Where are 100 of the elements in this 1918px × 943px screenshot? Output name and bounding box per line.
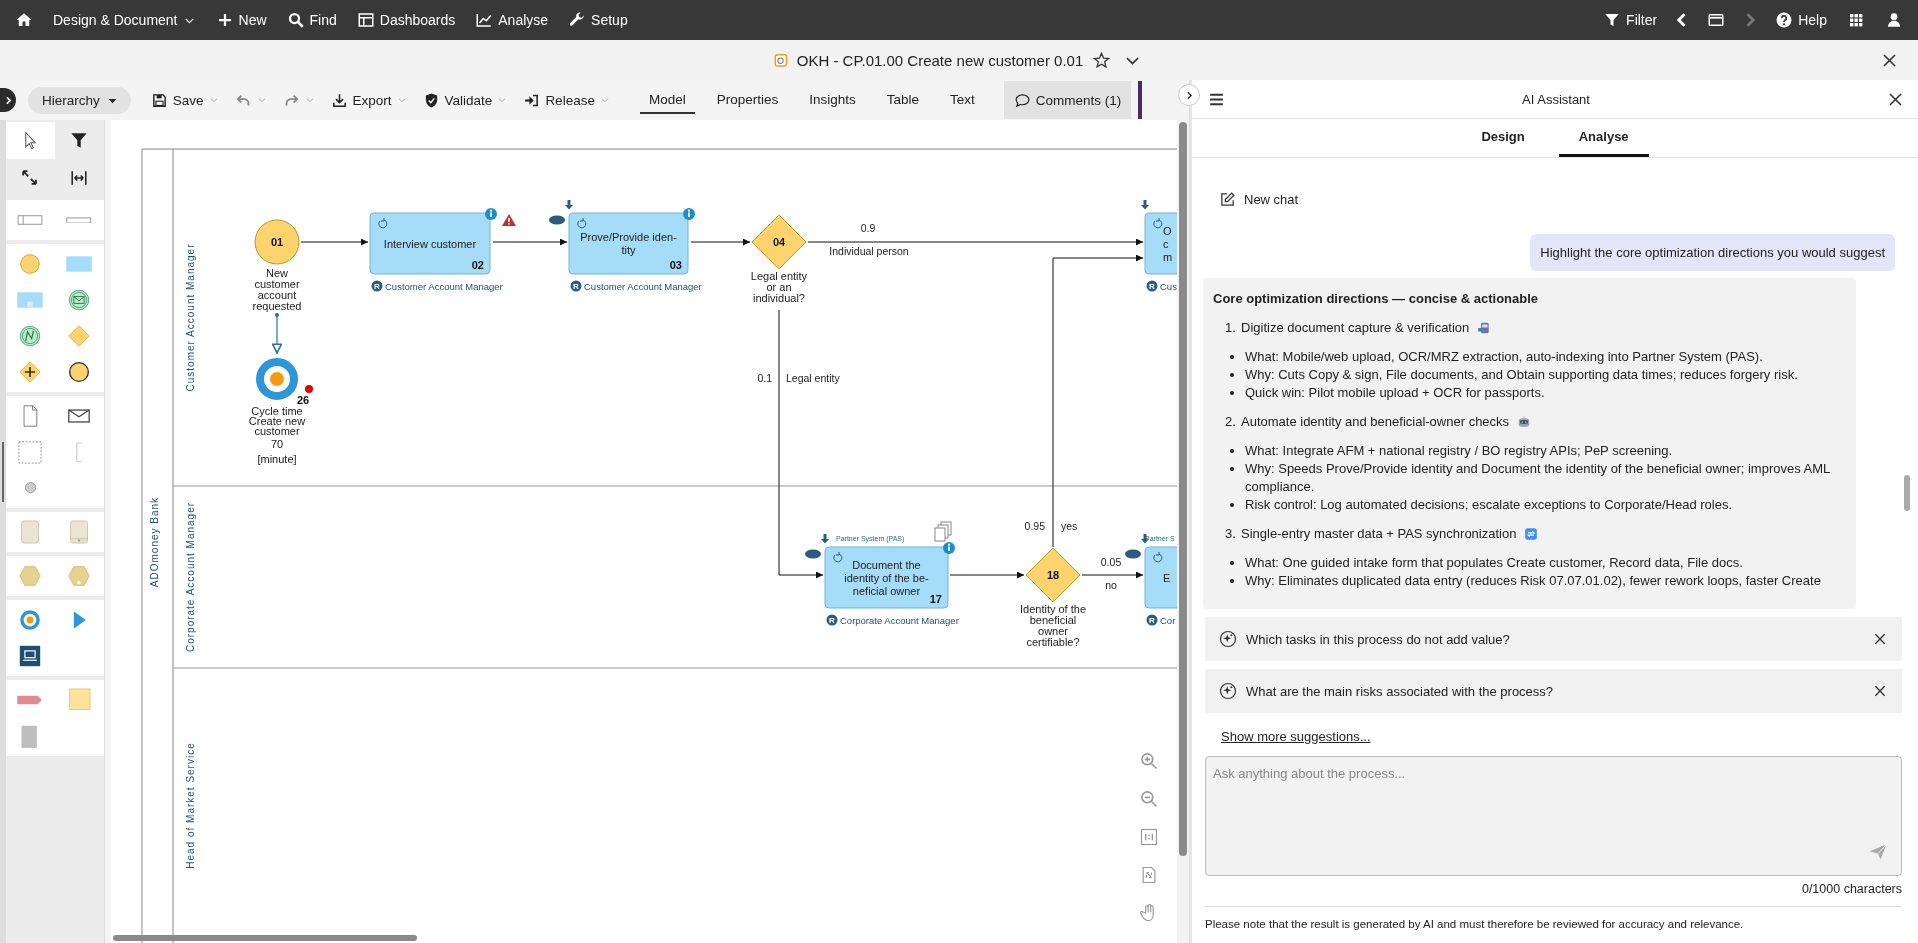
view-tab[interactable]: Text (940, 86, 984, 114)
bullet-icon (1230, 373, 1234, 377)
list-number: 2. (1225, 413, 1237, 431)
section-title: Automate identity and beneficial-owner checks (1241, 413, 1510, 431)
scrollbar[interactable] (1904, 475, 1910, 511)
link-arrow (271, 312, 282, 355)
dropdown-button[interactable]: Design & Document (44, 8, 205, 32)
task (1144, 546, 1178, 609)
view-tab[interactable]: Properties (706, 86, 788, 114)
suggestion-chip[interactable]: Which tasks in this process do not add value? (1205, 617, 1902, 661)
gateway (1025, 547, 1081, 603)
gateway-number: 18 (1046, 569, 1059, 581)
chevron-left-icon (1677, 12, 1688, 28)
condition-label: no (1104, 579, 1117, 591)
new-button[interactable]: New (206, 7, 276, 33)
home-icon (15, 11, 33, 29)
scrollbar[interactable] (1179, 122, 1188, 856)
task-number: 17 (929, 593, 942, 605)
section-title: Digitize document capture & verification (1241, 319, 1470, 337)
task-name: Interview customer (383, 237, 476, 250)
collapse-button[interactable] (1178, 84, 1200, 106)
role-label: Cor (1159, 614, 1175, 626)
export-button[interactable]: Export (324, 87, 413, 113)
pool-label: ADOmoney Bank (148, 496, 160, 588)
new-chat-button[interactable]: New chat (1219, 191, 1299, 208)
probability-label: 0.95 (1024, 520, 1045, 532)
robot-icon (1517, 415, 1532, 429)
event-number: 01 (270, 236, 283, 248)
event-label: New customer account requested (252, 267, 302, 312)
panel-tab[interactable]: Analyse (1558, 119, 1649, 157)
suggestion-chip[interactable]: What are the main risks associated with the process? (1205, 669, 1902, 713)
edit-icon (1219, 191, 1236, 208)
kpi-event (255, 358, 298, 400)
section-title: Single-entry master data + PAS synchronization (1241, 525, 1517, 543)
pointer-tool[interactable] (6, 122, 55, 159)
bullet-icon (1230, 579, 1234, 583)
loop-icon (832, 551, 842, 563)
validate-button[interactable]: Validate (416, 87, 514, 113)
dashboards-button[interactable]: Dashboards (347, 7, 465, 33)
close-icon[interactable] (1872, 631, 1888, 647)
event-number: 26 (296, 394, 309, 406)
role-badge: R (570, 280, 582, 292)
flow-arrow (1081, 571, 1144, 579)
loop-icon (1152, 551, 1162, 563)
bullet-text: What: One guided intake form that populates Create customer, Record data, File docs. (1245, 554, 1743, 572)
role-badge: R (826, 614, 838, 626)
panel-tab[interactable]: Design (1461, 119, 1545, 157)
task-number: 02 (471, 259, 484, 271)
comments-button[interactable]: Comments (1) (1003, 81, 1132, 119)
help-icon (1775, 11, 1794, 29)
chart-icon (475, 11, 494, 29)
show-more-link[interactable]: Show more suggestions... (1221, 729, 1371, 744)
message-field[interactable]: Ask anything about the process... (1205, 756, 1902, 876)
list-number: 3. (1225, 525, 1237, 543)
lane-label: Head of Market Service (184, 742, 196, 869)
export-icon (330, 91, 348, 109)
task-name: O c m (1162, 224, 1172, 263)
bullet-icon (1230, 561, 1234, 565)
point-icon (24, 482, 36, 494)
scanner-icon (1477, 321, 1492, 335)
release-button[interactable]: Release (517, 87, 616, 113)
analyse-button[interactable]: Analyse (466, 7, 558, 33)
chevron-down-icon (208, 95, 219, 105)
sparkle-icon (1219, 630, 1237, 648)
bullet-icon (1230, 467, 1234, 471)
flow-arrow (300, 238, 369, 246)
send-icon[interactable] (1868, 842, 1888, 862)
lane-icon (66, 216, 92, 224)
event-label: Cycle time Create new customer (248, 405, 305, 437)
bullet-text: Why: Cuts Copy & sign, File documents, and Obtain supporting data times; reduces forgery risk. (1245, 366, 1798, 384)
view-tab[interactable]: Insights (799, 86, 865, 114)
setup-button[interactable]: Setup (559, 7, 637, 33)
condition-label: Legal entity (785, 372, 840, 384)
help-button[interactable]: Help (1766, 7, 1836, 33)
bullet-text: What: Integrate AFM + national registry / BO registry APIs; PeP screening. (1245, 442, 1673, 460)
view-tab[interactable]: Table (876, 86, 929, 114)
task-name: E (1162, 571, 1170, 584)
lane-label: Corporate Account Manager (184, 501, 196, 653)
role-label: Corporate Account Manager (839, 614, 959, 626)
expand-button[interactable] (0, 88, 16, 112)
view-tab[interactable]: Model (639, 86, 695, 114)
condition-label: Individual person (828, 245, 909, 257)
close-icon[interactable] (1872, 683, 1888, 699)
bullet-text: Risk control: Log automated decisions; escalate exceptions to Corporate/Head roles. (1245, 496, 1733, 514)
bullet-text: Why: Eliminates duplicated data entry (reduces Risk 07.07.01.02), fewer rework loops, faster Create (1245, 572, 1821, 590)
scrollbar[interactable] (112, 935, 417, 941)
probability-label: 0.1 (757, 372, 772, 384)
filter-button[interactable]: Filter (1594, 7, 1667, 33)
hierarchy-dropdown[interactable]: Hierarchy (28, 86, 131, 114)
bullet-text: Quick win: Pilot mobile upload + OCR for passports. (1245, 384, 1545, 402)
flow-arrow (690, 238, 751, 246)
probability-label: 0.9 (860, 222, 875, 234)
resize-handle[interactable] (2, 441, 4, 502)
bullet-icon (1230, 449, 1234, 453)
gateway (751, 214, 807, 270)
find-button[interactable]: Find (277, 7, 346, 33)
save-button[interactable]: Save (144, 87, 225, 113)
bullet-text: Why: Speeds Prove/Provide identity and Document the identity of the beneficial owner; improves AML compliance. (1245, 460, 1831, 496)
window-icon (1707, 11, 1726, 29)
bullet-text: What: Mobile/web upload, OCR/MRZ extraction, auto-indexing into Partner System (PAS). (1245, 348, 1763, 366)
